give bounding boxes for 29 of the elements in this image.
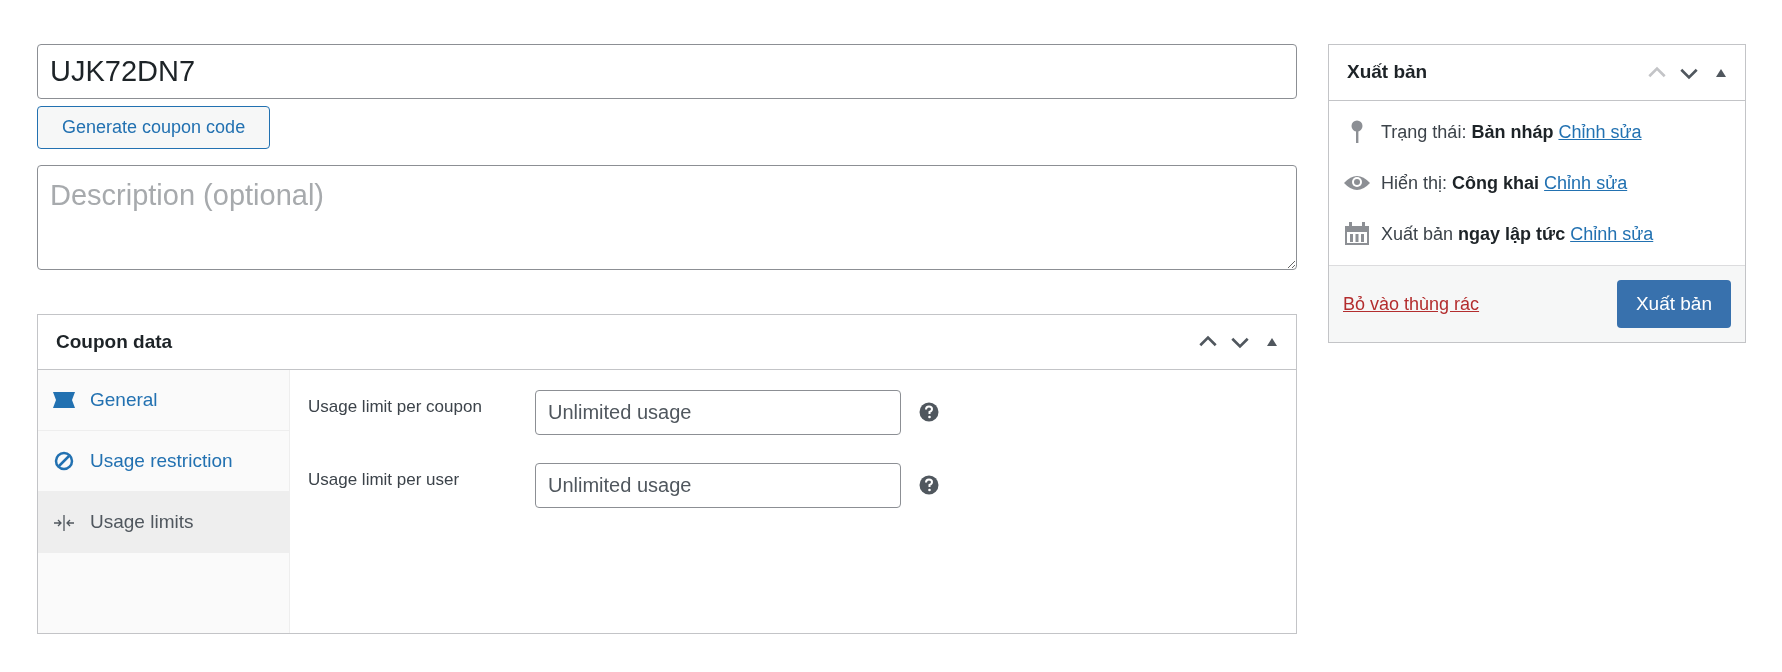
field-label: Usage limit per user — [308, 469, 461, 491]
field-label: Usage limit per coupon — [308, 396, 483, 418]
status-text: Xuất bản ngay lập tức Chỉnh sửa — [1381, 222, 1654, 246]
generate-coupon-code-button[interactable]: Generate coupon code — [37, 106, 271, 149]
status-text: Trạng thái: Bản nháp Chỉnh sửa — [1381, 120, 1642, 144]
edit-link[interactable]: Chỉnh sửa — [1544, 172, 1628, 193]
tab-item[interactable]: General — [38, 370, 289, 431]
publish-button[interactable]: Xuất bản — [1616, 280, 1731, 328]
usage-limit-field[interactable]: Unlimited usage — [535, 463, 901, 508]
triangle-up-icon[interactable] — [1266, 337, 1278, 347]
calendar-icon — [1344, 222, 1370, 246]
status-text: Hiển thị: Công khai Chỉnh sửa — [1381, 171, 1628, 195]
edit-link[interactable]: Chỉnh sửa — [1558, 121, 1642, 142]
ticket-icon — [53, 392, 75, 408]
blocked-icon — [54, 451, 74, 471]
panel-title: Xuất bản — [1347, 60, 1429, 85]
pin-icon — [1350, 120, 1364, 144]
edit-link[interactable]: Chỉnh sửa — [1570, 223, 1654, 244]
help-icon[interactable] — [919, 402, 939, 422]
trash-link[interactable]: Bỏ vào thùng rác — [1343, 290, 1480, 318]
tab-item[interactable]: Usage limits — [38, 492, 289, 553]
eye-icon — [1343, 174, 1371, 192]
panel-title: Coupon data — [56, 329, 174, 354]
limits-icon — [53, 513, 75, 532]
description-field[interactable]: Description (optional) — [37, 165, 1297, 270]
help-icon[interactable] — [919, 475, 939, 495]
usage-limit-field[interactable]: Unlimited usage — [535, 390, 901, 435]
coupon-code-field[interactable]: UJK72DN7 — [37, 44, 1297, 99]
triangle-up-icon[interactable] — [1715, 67, 1727, 78]
